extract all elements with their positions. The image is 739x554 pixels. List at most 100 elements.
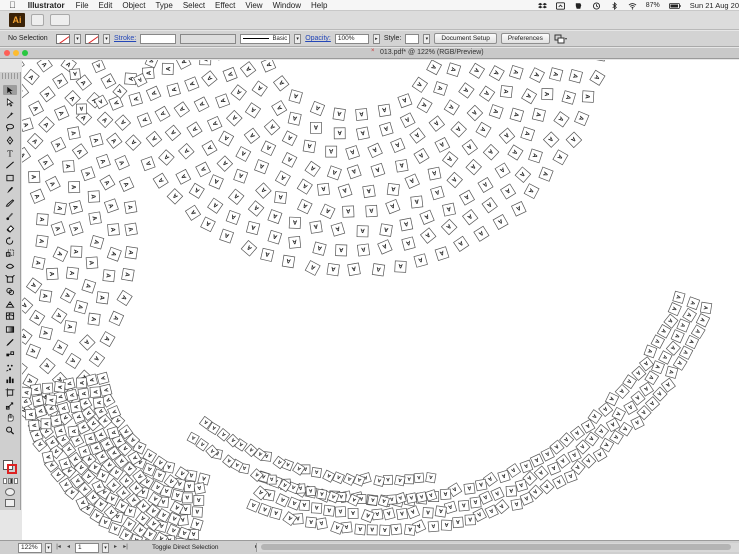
glyph-tile[interactable]: A — [309, 100, 326, 117]
glyph-tile[interactable]: A — [461, 208, 479, 226]
glyph-tile[interactable]: A — [69, 68, 81, 81]
glyph-tile[interactable]: A — [397, 93, 413, 109]
glyph-tile[interactable]: A — [79, 334, 96, 351]
glyph-tile[interactable]: A — [188, 182, 205, 199]
glyph-tile[interactable]: A — [296, 198, 313, 215]
glyph-tile[interactable]: A — [519, 459, 534, 474]
glyph-tile[interactable]: A — [302, 139, 317, 154]
glyph-tile[interactable]: A — [510, 498, 523, 511]
glyph-tile[interactable]: A — [394, 474, 406, 487]
artboard-canvas[interactable]: AAAAAAAAAAAAAAAAAAAAAAAAAAAAAAAAAAAAAAAA… — [22, 60, 739, 540]
drawing-mode-button[interactable] — [5, 488, 15, 496]
previous-artboard-icon[interactable]: ◂ — [65, 543, 72, 552]
color-mode-buttons[interactable] — [3, 478, 18, 484]
glyph-tile[interactable]: A — [319, 203, 336, 220]
stroke-dropdown-icon[interactable]: ▾ — [103, 33, 110, 44]
glyph-tile[interactable]: A — [404, 523, 416, 536]
menu-view[interactable]: View — [245, 1, 262, 10]
glyph-tile[interactable]: A — [89, 235, 105, 250]
glyph-tile[interactable]: A — [29, 309, 46, 326]
glyph-tile[interactable]: A — [304, 260, 321, 276]
glyph-tile[interactable]: A — [65, 388, 79, 402]
horizontal-scrollbar[interactable] — [256, 543, 739, 552]
glyph-tile[interactable]: A — [184, 76, 200, 92]
glyph-tile[interactable]: A — [410, 195, 424, 209]
glyph-tile[interactable]: A — [453, 235, 470, 253]
glyph-tile[interactable]: A — [246, 498, 261, 513]
menubar-clock[interactable]: Sun 21 Aug 20 — [690, 1, 739, 10]
menu-edit[interactable]: Edit — [99, 1, 113, 10]
glyph-tile[interactable]: A — [639, 381, 655, 397]
glyph-tile[interactable]: A — [371, 263, 386, 277]
glyph-tile[interactable]: A — [385, 199, 401, 215]
glyph-tile[interactable]: A — [275, 493, 290, 508]
glyph-tile[interactable]: A — [538, 166, 554, 182]
glyph-tile[interactable]: A — [89, 386, 102, 398]
stroke-label[interactable]: Stroke: — [114, 35, 136, 42]
glyph-tile[interactable]: A — [68, 181, 81, 194]
time-machine-icon[interactable] — [592, 1, 601, 10]
glyph-tile[interactable]: A — [377, 239, 393, 255]
pen-tool-button[interactable] — [3, 135, 17, 145]
glyph-tile[interactable]: A — [542, 131, 560, 148]
bridge-button[interactable] — [31, 14, 44, 26]
paintbrush-tool-button[interactable] — [3, 186, 17, 196]
glyph-tile[interactable]: A — [35, 234, 49, 248]
document-tab-title[interactable]: 013.pdf* @ 122% (RGB/Preview) — [380, 49, 484, 56]
glyph-tile[interactable]: A — [257, 502, 272, 517]
glyph-tile[interactable]: A — [463, 482, 476, 495]
blend-tool-button[interactable] — [3, 350, 17, 360]
next-artboard-icon[interactable]: ▸ — [112, 543, 119, 552]
glyph-tile[interactable]: A — [488, 104, 504, 120]
glyph-tile[interactable]: A — [99, 174, 116, 191]
glyph-tile[interactable]: A — [296, 178, 313, 195]
glyph-tile[interactable]: A — [500, 183, 517, 200]
glyph-tile[interactable]: A — [426, 60, 443, 76]
glyph-tile[interactable]: A — [193, 96, 210, 113]
rectangle-tool-button[interactable] — [3, 173, 17, 183]
glyph-tile[interactable]: A — [492, 214, 509, 230]
glyph-tile[interactable]: A — [269, 506, 283, 520]
glyph-tile[interactable]: A — [281, 130, 298, 147]
glyph-tile[interactable]: A — [415, 491, 428, 503]
glyph-tile[interactable]: A — [87, 312, 101, 326]
glyph-tile[interactable]: A — [201, 70, 218, 87]
glyph-tile[interactable]: A — [287, 111, 302, 126]
glyph-tile[interactable]: A — [91, 60, 106, 74]
glyph-tile[interactable]: A — [386, 182, 400, 197]
glyph-tile[interactable]: A — [36, 60, 53, 73]
glyph-tile[interactable]: A — [464, 514, 476, 526]
glyph-tile[interactable]: A — [22, 297, 34, 314]
menu-object[interactable]: Object — [122, 1, 145, 10]
glyph-tile[interactable]: A — [446, 62, 462, 78]
none-button[interactable] — [13, 478, 18, 484]
glyph-tile[interactable]: A — [593, 60, 607, 62]
graphic-style-field[interactable] — [405, 33, 420, 44]
glyph-tile[interactable]: A — [73, 299, 89, 315]
glyph-tile[interactable]: A — [561, 90, 577, 105]
glyph-tile[interactable]: A — [37, 154, 54, 171]
arrange-documents-button[interactable] — [50, 14, 70, 26]
glyph-tile[interactable]: A — [206, 115, 223, 132]
glyph-tile[interactable]: A — [520, 126, 536, 142]
glyph-tile[interactable]: A — [452, 516, 464, 529]
glyph-tile[interactable]: A — [695, 313, 711, 328]
horizontal-scroll-thumb[interactable] — [261, 544, 731, 550]
width-tool-button[interactable] — [3, 261, 17, 271]
glyph-tile[interactable]: A — [201, 139, 218, 157]
opacity-label[interactable]: Opacity: — [305, 35, 331, 42]
glyph-tile[interactable]: A — [53, 381, 66, 393]
glyph-tile[interactable]: A — [490, 486, 505, 502]
tools-panel-grip[interactable] — [2, 73, 19, 79]
glyph-tile[interactable]: A — [222, 66, 238, 83]
glyph-tile[interactable]: A — [45, 394, 58, 407]
glyph-tile[interactable]: A — [154, 105, 171, 122]
glyph-tile[interactable]: A — [332, 107, 346, 121]
first-artboard-icon[interactable]: |◂ — [55, 543, 62, 552]
glyph-tile[interactable]: A — [247, 200, 265, 217]
slice-tool-button[interactable] — [3, 400, 17, 410]
glyph-tile[interactable]: A — [125, 134, 142, 151]
variable-width-profile-field[interactable] — [180, 33, 237, 44]
glyph-tile[interactable]: A — [404, 173, 420, 189]
glyph-tile[interactable]: A — [23, 68, 40, 86]
